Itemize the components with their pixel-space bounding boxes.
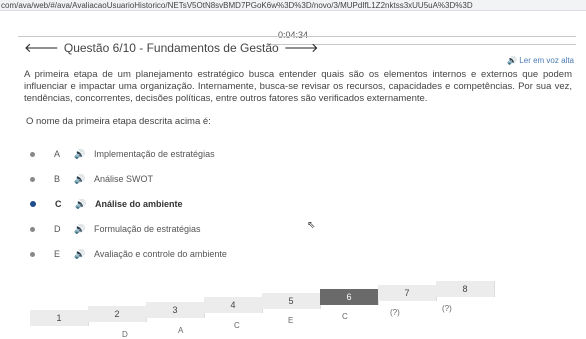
option-text: Formulação de estratégias bbox=[94, 224, 201, 234]
timer: 0:04:34 bbox=[277, 30, 309, 40]
option-b[interactable]: B 🔊 Análise SWOT bbox=[30, 171, 153, 187]
speaker-icon[interactable]: 🔊 bbox=[75, 199, 95, 210]
option-text: Avaliação e controle do ambiente bbox=[94, 249, 227, 259]
option-letter: D bbox=[54, 224, 61, 234]
nav-question-6[interactable]: 6 bbox=[320, 289, 379, 305]
divider bbox=[18, 36, 576, 37]
nav-answer-5: C bbox=[342, 312, 348, 321]
speaker-icon[interactable]: 🔊 bbox=[74, 149, 94, 160]
previous-question-arrow-icon[interactable]: 🡐 bbox=[24, 40, 59, 56]
option-letter: E bbox=[54, 249, 61, 259]
option-a[interactable]: A 🔊 Implementação de estratégias bbox=[30, 146, 215, 162]
read-aloud-button[interactable]: 🔊 Ler em voz alta bbox=[507, 56, 574, 65]
option-e[interactable]: E 🔊 Avaliação e controle do ambiente bbox=[30, 246, 227, 262]
nav-answer-3: C bbox=[234, 321, 240, 330]
speaker-icon[interactable]: 🔊 bbox=[74, 174, 94, 185]
option-radio[interactable] bbox=[30, 226, 35, 232]
address-bar[interactable]: com/ava/web/#/ava/AvaliacaoUsuarioHistor… bbox=[0, 0, 586, 11]
nav-answer-1: D bbox=[122, 330, 128, 339]
nav-question-5[interactable]: 5 bbox=[262, 293, 321, 309]
question-header: 🡐 Questão 6/10 - Fundamentos de Gestão 🡒 bbox=[24, 40, 319, 56]
nav-question-1[interactable]: 1 bbox=[30, 310, 89, 326]
next-question-arrow-icon[interactable]: 🡒 bbox=[284, 40, 319, 56]
speaker-icon[interactable]: 🔊 bbox=[74, 224, 94, 235]
nav-question-2[interactable]: 2 bbox=[88, 306, 147, 322]
option-text: Implementação de estratégias bbox=[94, 149, 215, 159]
option-radio[interactable] bbox=[30, 176, 35, 182]
option-letter: C bbox=[55, 199, 62, 209]
nav-question-3[interactable]: 3 bbox=[146, 302, 205, 318]
nav-answer-7: (?) bbox=[442, 304, 452, 313]
option-radio-selected[interactable] bbox=[30, 201, 36, 207]
option-text: Análise SWOT bbox=[94, 174, 154, 184]
speaker-icon[interactable]: 🔊 bbox=[74, 249, 94, 260]
option-letter: B bbox=[54, 174, 61, 184]
nav-question-7[interactable]: 7 bbox=[378, 285, 437, 301]
option-text: Análise do ambiente bbox=[95, 199, 183, 209]
nav-answer-6: (?) bbox=[390, 308, 400, 317]
nav-question-4[interactable]: 4 bbox=[204, 297, 263, 313]
mouse-cursor-icon: ⇖ bbox=[307, 220, 316, 231]
nav-question-8[interactable]: 8 bbox=[436, 281, 495, 297]
option-c[interactable]: C 🔊 Análise do ambiente bbox=[30, 196, 183, 212]
read-aloud-label: Ler em voz alta bbox=[519, 56, 574, 65]
question-navigator: 1 2 3 4 5 6 7 8 D A C E C (?) (?) bbox=[30, 281, 495, 339]
option-d[interactable]: D 🔊 Formulação de estratégias bbox=[30, 221, 201, 237]
nav-answer-4: E bbox=[288, 316, 294, 325]
option-letter: A bbox=[54, 149, 61, 159]
question-prompt: O nome da primeira etapa descrita acima … bbox=[26, 116, 211, 127]
speaker-icon: 🔊 bbox=[507, 56, 518, 65]
option-radio[interactable] bbox=[30, 251, 35, 257]
question-stem: A primeira etapa de um planejamento estr… bbox=[24, 69, 572, 104]
option-radio[interactable] bbox=[30, 151, 35, 157]
question-title: Questão 6/10 - Fundamentos de Gestão bbox=[63, 41, 279, 55]
